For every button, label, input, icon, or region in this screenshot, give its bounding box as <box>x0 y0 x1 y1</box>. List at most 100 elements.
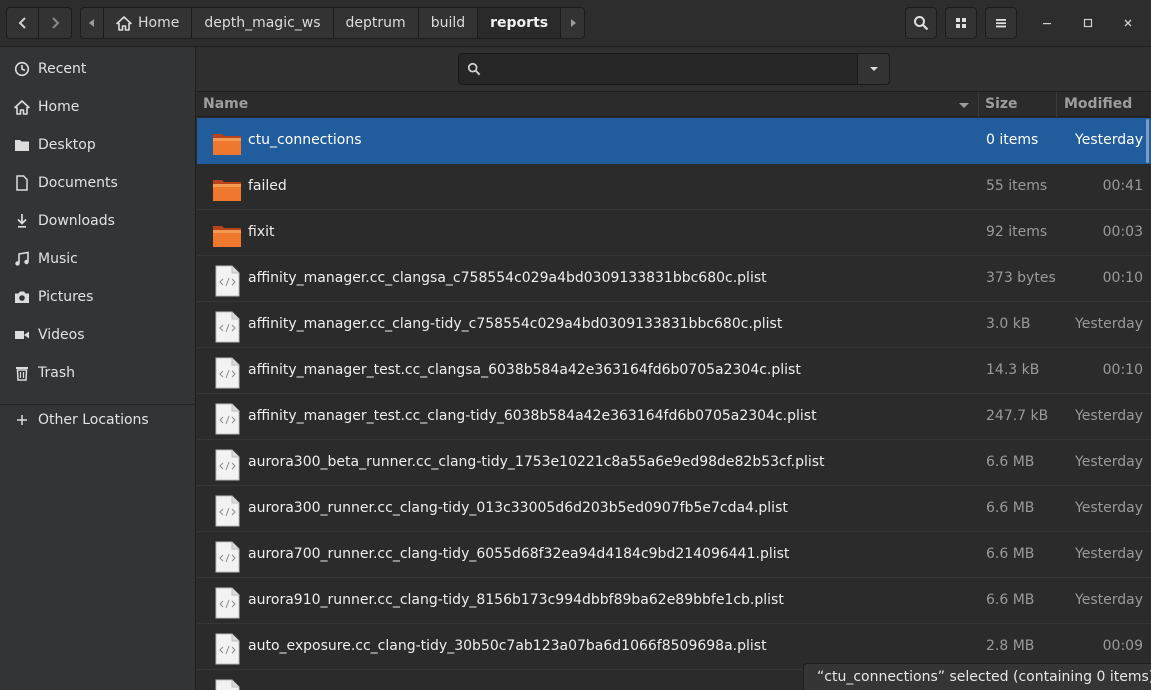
list-item[interactable]: affinity_manager.cc_clangsa_c758554c029a… <box>197 256 1151 302</box>
file-name: auto_exposure.cc_clang-tidy_30b50c7ab123… <box>248 638 767 654</box>
folder-icon <box>213 226 241 247</box>
file-modified: Yesterday <box>1075 408 1143 424</box>
list-item[interactable]: aurora910_runner.cc_clang-tidy_8156b173c… <box>197 578 1151 624</box>
file-size: 2.8 MB <box>986 638 1035 654</box>
crumb-deptrum[interactable]: deptrum <box>333 7 419 39</box>
xml-file-icon <box>215 541 240 573</box>
list-item[interactable]: failed 55 items 00:41 <box>197 164 1151 210</box>
sidebar-item-trash[interactable]: Trash <box>0 354 196 392</box>
file-name: affinity_manager.cc_clang-tidy_c758554c0… <box>248 316 783 332</box>
sidebar-item-desktop[interactable]: Desktop <box>0 126 196 164</box>
file-size: 6.6 MB <box>986 500 1035 516</box>
file-modified: Yesterday <box>1075 592 1143 608</box>
sidebar-item-home[interactable]: Home <box>0 88 196 126</box>
search-button[interactable] <box>905 7 937 39</box>
list-item[interactable]: aurora300_beta_runner.cc_clang-tidy_1753… <box>197 440 1151 486</box>
sidebar-item-label: Trash <box>38 365 75 381</box>
column-divider <box>978 93 979 117</box>
xml-file-icon <box>215 633 240 665</box>
column-modified-header[interactable]: Modified <box>1064 96 1132 112</box>
file-modified: 00:10 <box>1102 362 1143 378</box>
file-name: ctu_connections <box>248 132 362 148</box>
list-item[interactable]: affinity_manager.cc_clang-tidy_c758554c0… <box>197 302 1151 348</box>
sidebar-item-label: Music <box>38 251 78 267</box>
xml-file-icon <box>215 449 240 481</box>
sidebar-item-label: Other Locations <box>38 412 149 428</box>
crumb-home[interactable]: Home <box>104 7 193 39</box>
search-options-dropdown[interactable] <box>857 53 890 85</box>
sidebar-item-downloads[interactable]: Downloads <box>0 202 196 240</box>
sidebar-item-documents[interactable]: Documents <box>0 164 196 202</box>
download-icon <box>13 212 31 230</box>
crumb-label: build <box>430 15 466 31</box>
xml-file-icon <box>215 587 240 619</box>
maximize-button[interactable] <box>1075 10 1101 36</box>
sidebar-item-label: Downloads <box>38 213 115 229</box>
search-input[interactable] <box>489 61 849 77</box>
file-size: 6.6 MB <box>986 454 1035 470</box>
sidebar-item-label: Desktop <box>38 137 96 153</box>
crumb-reports[interactable]: reports <box>478 7 562 39</box>
sidebar-item-label: Documents <box>38 175 118 191</box>
pathbar-scroll-right-button[interactable] <box>561 7 586 39</box>
list-item[interactable]: ctu_connections 0 items Yesterday <box>197 118 1151 164</box>
search-field[interactable] <box>458 53 858 85</box>
file-size: 247.7 kB <box>986 408 1049 424</box>
crumb-build[interactable]: build <box>418 7 479 39</box>
file-modified: Yesterday <box>1075 500 1143 516</box>
sidebar-item-label: Home <box>38 99 80 115</box>
file-modified: 00:41 <box>1102 178 1143 194</box>
file-name: fixit <box>248 224 275 240</box>
minimize-button[interactable] <box>1034 10 1060 36</box>
file-name: failed <box>248 178 287 194</box>
file-size: 92 items <box>986 224 1048 240</box>
forward-button[interactable] <box>38 7 72 39</box>
sidebar-item-recent[interactable]: Recent <box>0 50 196 88</box>
back-button[interactable] <box>6 7 39 39</box>
crumb-depth-magic-ws[interactable]: depth_magic_ws <box>192 7 334 39</box>
file-modified: Yesterday <box>1075 316 1143 332</box>
search-bar <box>197 47 1151 92</box>
sidebar: Recent Home Desktop Documents Downloads … <box>0 47 196 690</box>
minimize-icon <box>1043 23 1051 25</box>
file-modified: 00:10 <box>1102 270 1143 286</box>
column-size-header[interactable]: Size <box>985 96 1018 112</box>
sidebar-item-pictures[interactable]: Pictures <box>0 278 196 316</box>
xml-file-icon <box>215 265 240 297</box>
menu-button[interactable] <box>985 7 1017 39</box>
list-item[interactable]: affinity_manager_test.cc_clangsa_6038b58… <box>197 348 1151 394</box>
pathbar-scroll-left-button[interactable] <box>80 7 104 39</box>
sidebar-item-videos[interactable]: Videos <box>0 316 196 354</box>
sidebar-item-label: Videos <box>38 327 85 343</box>
column-name-header[interactable]: Name <box>203 96 248 112</box>
header-bar: Home depth_magic_ws deptrum build report… <box>0 0 1151 47</box>
clock-icon <box>13 60 31 78</box>
list-item[interactable]: aurora300_runner.cc_clang-tidy_013c33005… <box>197 486 1151 532</box>
triangle-right-icon <box>570 19 576 27</box>
file-size: 14.3 kB <box>986 362 1040 378</box>
crumb-label: depth_magic_ws <box>204 15 321 31</box>
close-button[interactable] <box>1115 10 1141 36</box>
sidebar-item-other-locations[interactable]: Other Locations <box>0 401 196 439</box>
view-toggle-button[interactable] <box>945 7 977 39</box>
music-icon <box>13 250 31 268</box>
xml-file-icon <box>215 679 240 690</box>
file-size: 3.0 kB <box>986 316 1031 332</box>
file-modified: 00:03 <box>1102 224 1143 240</box>
chevron-right-icon <box>52 17 60 29</box>
status-overlay: “ctu_connections” selected (containing 0… <box>803 663 1151 690</box>
file-name: affinity_manager.cc_clangsa_c758554c029a… <box>248 270 767 286</box>
crumb-label: deptrum <box>345 15 406 31</box>
crumb-label: reports <box>490 15 549 31</box>
close-icon <box>1124 19 1132 27</box>
list-item[interactable]: fixit 92 items 00:03 <box>197 210 1151 256</box>
home-icon <box>13 98 31 116</box>
list-item[interactable]: affinity_manager_test.cc_clang-tidy_6038… <box>197 394 1151 440</box>
list-item[interactable]: aurora700_runner.cc_clang-tidy_6055d68f3… <box>197 532 1151 578</box>
hamburger-menu-icon <box>996 19 1006 28</box>
video-icon <box>13 326 31 344</box>
sidebar-item-music[interactable]: Music <box>0 240 196 278</box>
scrollbar-indicator[interactable] <box>1146 119 1149 163</box>
file-size: 0 items <box>986 132 1039 148</box>
sort-descending-icon <box>959 103 969 108</box>
